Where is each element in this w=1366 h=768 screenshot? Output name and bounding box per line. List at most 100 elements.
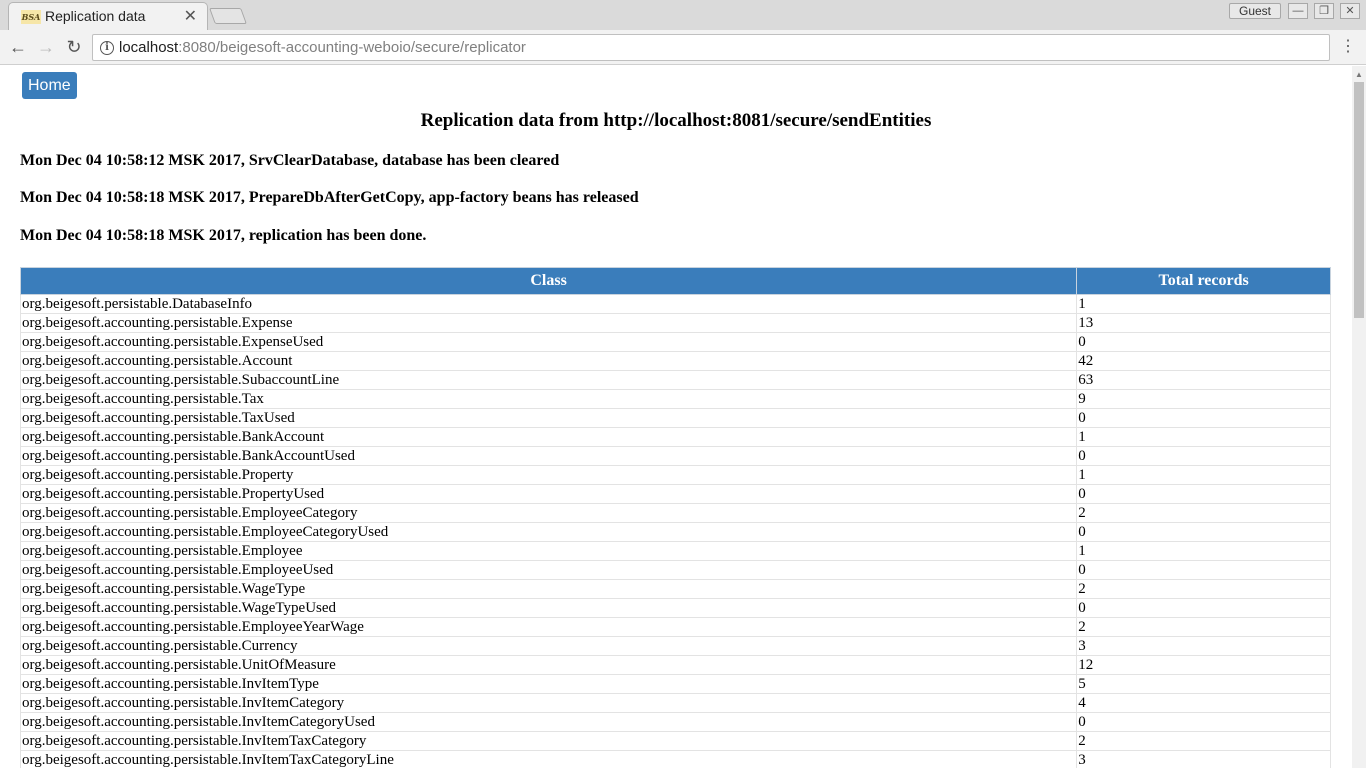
table-row: org.beigesoft.accounting.persistable.Cur… <box>19 636 1331 656</box>
cell-total-records: 42 <box>1076 351 1331 371</box>
cell-class: org.beigesoft.accounting.persistable.Emp… <box>19 522 1078 542</box>
table-row: org.beigesoft.accounting.persistable.Pro… <box>19 484 1331 504</box>
cell-class: org.beigesoft.accounting.persistable.Exp… <box>19 313 1078 333</box>
header-class: Class <box>19 267 1078 295</box>
restore-icon[interactable]: ❐ <box>1314 3 1334 19</box>
table-row: org.beigesoft.accounting.persistable.Emp… <box>19 522 1331 542</box>
table-row: org.beigesoft.accounting.persistable.Emp… <box>19 560 1331 580</box>
cell-class: org.beigesoft.accounting.persistable.Inv… <box>19 712 1078 732</box>
cell-total-records: 13 <box>1076 313 1331 333</box>
url-text[interactable]: localhost:8080/beigesoft-accounting-webo… <box>119 39 526 56</box>
cell-total-records: 1 <box>1076 541 1331 561</box>
cell-class: org.beigesoft.accounting.persistable.Tax… <box>19 408 1078 428</box>
cell-total-records: 3 <box>1076 750 1331 768</box>
table-row: org.beigesoft.accounting.persistable.Ban… <box>19 427 1331 447</box>
table-row: org.beigesoft.accounting.persistable.Sub… <box>19 370 1331 390</box>
table-row: org.beigesoft.accounting.persistable.Exp… <box>19 313 1331 333</box>
menu-icon[interactable]: ⋮ <box>1338 35 1358 59</box>
table-row: org.beigesoft.persistable.DatabaseInfo 1 <box>19 294 1331 314</box>
cell-total-records: 0 <box>1076 446 1331 466</box>
log-line-done: Mon Dec 04 10:58:18 MSK 2017, replicatio… <box>20 227 427 244</box>
cell-total-records: 0 <box>1076 598 1331 618</box>
cell-class: org.beigesoft.accounting.persistable.Ban… <box>19 427 1078 447</box>
profile-guest-button[interactable]: Guest <box>1229 3 1281 19</box>
home-button[interactable]: Home <box>22 72 77 99</box>
cell-total-records: 3 <box>1076 636 1331 656</box>
cell-total-records: 1 <box>1076 427 1331 447</box>
reload-icon[interactable]: ↻ <box>62 35 86 59</box>
cell-total-records: 0 <box>1076 560 1331 580</box>
page-title: Replication data from http://localhost:8… <box>420 110 932 131</box>
table-body: org.beigesoft.persistable.DatabaseInfo 1 o… <box>19 294 1331 768</box>
cell-class: org.beigesoft.accounting.persistable.Pro… <box>19 484 1078 504</box>
cell-total-records: 2 <box>1076 617 1331 637</box>
cell-total-records: 2 <box>1076 731 1331 751</box>
cell-total-records: 12 <box>1076 655 1331 675</box>
minimize-icon[interactable]: — <box>1288 3 1308 19</box>
cell-total-records: 5 <box>1076 674 1331 694</box>
cell-class: org.beigesoft.persistable.DatabaseInfo <box>19 294 1078 314</box>
cell-total-records: 0 <box>1076 408 1331 428</box>
cell-class: org.beigesoft.accounting.persistable.Emp… <box>19 541 1078 561</box>
cell-class: org.beigesoft.accounting.persistable.Inv… <box>19 731 1078 751</box>
header-total-records: Total records <box>1076 267 1331 295</box>
scroll-up-icon[interactable]: ▲ <box>1355 70 1363 79</box>
cell-class: org.beigesoft.accounting.persistable.Inv… <box>19 693 1078 713</box>
table-row: org.beigesoft.accounting.persistable.Wag… <box>19 598 1331 618</box>
url-host: localhost <box>119 39 179 56</box>
cell-class: org.beigesoft.accounting.persistable.Ban… <box>19 446 1078 466</box>
cell-total-records: 63 <box>1076 370 1331 390</box>
forward-icon[interactable]: → <box>34 35 58 59</box>
table-row: org.beigesoft.accounting.persistable.Pro… <box>19 465 1331 485</box>
table-row: org.beigesoft.accounting.persistable.Exp… <box>19 332 1331 352</box>
cell-total-records: 1 <box>1076 294 1331 314</box>
table-row: org.beigesoft.accounting.persistable.Emp… <box>19 617 1331 637</box>
cell-class: org.beigesoft.accounting.persistable.Inv… <box>19 750 1078 768</box>
cell-total-records: 9 <box>1076 389 1331 409</box>
cell-class: org.beigesoft.accounting.persistable.Acc… <box>19 351 1078 371</box>
table-row: org.beigesoft.accounting.persistable.Tax… <box>19 389 1331 409</box>
table-row: org.beigesoft.accounting.persistable.Inv… <box>19 731 1331 751</box>
url-path: :8080/beigesoft-accounting-weboio/secure… <box>178 39 526 56</box>
cell-class: org.beigesoft.accounting.persistable.Emp… <box>19 617 1078 637</box>
vertical-scrollbar[interactable]: ▲ <box>1352 66 1366 768</box>
cell-class: org.beigesoft.accounting.persistable.Inv… <box>19 674 1078 694</box>
cell-total-records: 2 <box>1076 503 1331 523</box>
tab-title: Replication data <box>45 8 146 24</box>
address-bar[interactable]: i localhost:8080/beigesoft-accounting-we… <box>92 34 1330 61</box>
scroll-thumb[interactable] <box>1354 82 1364 318</box>
table-header-row: Class Total records <box>19 267 1331 295</box>
cell-class: org.beigesoft.accounting.persistable.Cur… <box>19 636 1078 656</box>
table-row: org.beigesoft.accounting.persistable.Inv… <box>19 712 1331 732</box>
tab-strip: BSA Replication data ✕ Guest — ❐ ✕ <box>0 0 1366 30</box>
table-row: org.beigesoft.accounting.persistable.Inv… <box>19 693 1331 713</box>
tab-close-icon[interactable]: ✕ <box>184 6 197 26</box>
cell-total-records: 0 <box>1076 332 1331 352</box>
info-icon[interactable]: i <box>100 41 114 55</box>
cell-class: org.beigesoft.accounting.persistable.Tax <box>19 389 1078 409</box>
table-row: org.beigesoft.accounting.persistable.Wag… <box>19 579 1331 599</box>
favicon-icon: BSA <box>21 10 41 24</box>
cell-class: org.beigesoft.accounting.persistable.Wag… <box>19 598 1078 618</box>
cell-class: org.beigesoft.accounting.persistable.Uni… <box>19 655 1078 675</box>
cell-class: org.beigesoft.accounting.persistable.Sub… <box>19 370 1078 390</box>
table-row: org.beigesoft.accounting.persistable.Emp… <box>19 541 1331 561</box>
cell-total-records: 0 <box>1076 522 1331 542</box>
cell-class: org.beigesoft.accounting.persistable.Pro… <box>19 465 1078 485</box>
table-row: org.beigesoft.accounting.persistable.Inv… <box>19 674 1331 694</box>
table-row: org.beigesoft.accounting.persistable.Ban… <box>19 446 1331 466</box>
cell-total-records: 4 <box>1076 693 1331 713</box>
back-icon[interactable]: ← <box>6 35 30 59</box>
table-row: org.beigesoft.accounting.persistable.Uni… <box>19 655 1331 675</box>
cell-class: org.beigesoft.accounting.persistable.Wag… <box>19 579 1078 599</box>
replication-table: Class Total records org.beigesoft.persis… <box>19 267 1331 768</box>
log-line-released: Mon Dec 04 10:58:18 MSK 2017, PrepareDbA… <box>20 189 639 206</box>
new-tab-button[interactable] <box>209 8 247 24</box>
browser-toolbar: ← → ↻ i localhost:8080/beigesoft-account… <box>0 30 1366 65</box>
cell-total-records: 2 <box>1076 579 1331 599</box>
table-row: org.beigesoft.accounting.persistable.Inv… <box>19 750 1331 768</box>
window-close-icon[interactable]: ✕ <box>1340 3 1360 19</box>
page-content: Home Replication data from http://localh… <box>0 66 1352 768</box>
tab-replication-data[interactable]: BSA Replication data ✕ <box>8 2 208 30</box>
cell-class: org.beigesoft.accounting.persistable.Emp… <box>19 503 1078 523</box>
